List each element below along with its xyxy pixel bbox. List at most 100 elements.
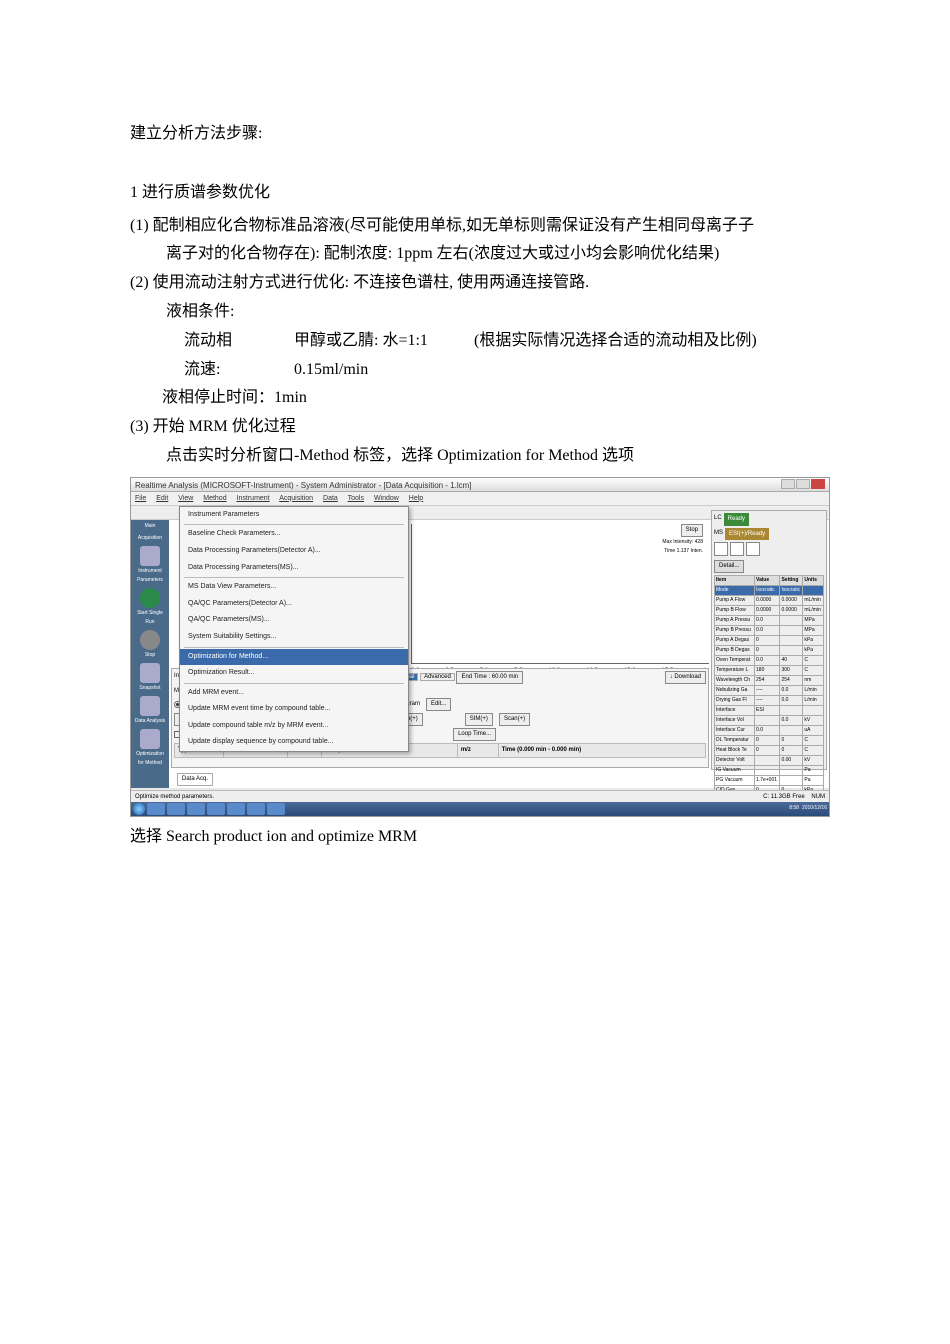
task-item[interactable] <box>227 803 245 815</box>
status-row: Pump B Degas0kPa <box>715 646 824 656</box>
dropdown-item[interactable]: Update display sequence by compound tabl… <box>180 734 408 751</box>
stop-icon <box>140 630 160 650</box>
end-time-display: End Time : 60.00 min <box>456 671 523 684</box>
sim-button[interactable]: SIM(+) <box>465 713 493 726</box>
ms-status: ESI(+)/Ready <box>725 528 769 541</box>
window-titlebar[interactable]: Realtime Analysis (MICROSOFT-Instrument)… <box>131 478 829 492</box>
sidebar-stop[interactable]: Stop <box>134 630 166 660</box>
task-item[interactable] <box>247 803 265 815</box>
status-row: ModeIsocraticIsocratic <box>715 586 824 596</box>
dropdown-item[interactable]: Baseline Check Parameters... <box>180 526 408 543</box>
dropdown-item[interactable]: System Suitability Settings... <box>180 629 408 646</box>
menu-instrument[interactable]: Instrument <box>237 495 270 502</box>
step-1-2: (2) 使用流动注射方式进行优化: 不连接色谱柱, 使用两通连接管路. <box>130 269 820 298</box>
dropdown-item[interactable]: Data Processing Parameters(Detector A)..… <box>180 543 408 560</box>
status-row: Nebulizing Ga----0.0L/min <box>715 686 824 696</box>
dropdown-item[interactable]: Add MRM event... <box>180 685 408 702</box>
step-1-3-sub: 点击实时分析窗口-Method 标签，选择 Optimization for M… <box>130 442 820 471</box>
dropdown-item[interactable]: Instrument Parameters <box>180 507 408 524</box>
status-row: Wavelength Ch254254nm <box>715 676 824 686</box>
th-mz: m/z <box>457 743 498 757</box>
status-row: Temperature L180300C <box>715 666 824 676</box>
status-bar: Optimize method parameters. C: 11.3GB Fr… <box>131 790 829 802</box>
minimize-icon[interactable] <box>781 479 795 489</box>
tab-advanced[interactable]: Advanced <box>420 673 455 681</box>
detail-button[interactable]: Detail... <box>714 560 744 573</box>
flow-rate-value: 0.15ml/min <box>294 356 368 385</box>
sidebar-snapshot[interactable]: Snapshot <box>134 663 166 693</box>
taskbar[interactable]: 8:58 2010/12/16 <box>131 802 829 816</box>
menu-window[interactable]: Window <box>374 495 399 502</box>
flow-phase-label: 流动相 <box>184 327 294 356</box>
data-acq-tab[interactable]: Data Acq. <box>177 773 213 786</box>
window-controls[interactable] <box>781 479 825 490</box>
task-item[interactable] <box>267 803 285 815</box>
ms-label: MS <box>714 528 723 541</box>
status-row: Pump B Flow0.00000.0000mL/min <box>715 606 824 616</box>
task-item[interactable] <box>147 803 165 815</box>
step-1-1: (1) 配制相应化合物标准品溶液(尽可能使用单标,如无单标则需保证没有产生相同母… <box>130 212 820 241</box>
tune-icon <box>140 729 160 749</box>
clock: 8:58 <box>789 804 799 813</box>
task-item[interactable] <box>207 803 225 815</box>
dropdown-item[interactable]: Optimization Result... <box>180 665 408 682</box>
dropdown-item[interactable]: Optimization for Method... <box>180 649 408 666</box>
scan-button[interactable]: Scan(+) <box>499 713 530 726</box>
status-row: Pump B Pressu0.0MPa <box>715 626 824 636</box>
menu-file[interactable]: File <box>135 495 146 502</box>
edit-button[interactable]: Edit... <box>426 698 451 711</box>
gear-icon <box>140 546 160 566</box>
menu-edit[interactable]: Edit <box>156 495 168 502</box>
status-table: ItemValueSettingUnitsModeIsocraticIsocra… <box>714 575 824 796</box>
sidebar-main[interactable]: Main <box>134 522 166 531</box>
sidebar-optimization[interactable]: Optimization for Method <box>134 729 166 768</box>
lc-status: Ready <box>724 513 749 526</box>
menu-method[interactable]: Method <box>203 495 226 502</box>
loop-time-button[interactable]: Loop Time... <box>453 728 496 741</box>
lp-conditions: 液相条件: <box>130 298 820 327</box>
status-row: Pump A Degas0kPa <box>715 636 824 646</box>
status-row: Drying Gas Fl----0.0L/min <box>715 696 824 706</box>
dropdown-item[interactable]: MS Data View Parameters... <box>180 579 408 596</box>
download-button[interactable]: ↓ Download <box>665 671 706 684</box>
task-item[interactable] <box>187 803 205 815</box>
sidebar-acquisition[interactable]: Acquisition <box>134 534 166 543</box>
status-box-icon[interactable] <box>714 542 728 556</box>
maximize-icon[interactable] <box>796 479 810 489</box>
sidebar-instrument-params[interactable]: Instrument Parameters <box>134 546 166 585</box>
dropdown-item[interactable]: QA/QC Parameters(Detector A)... <box>180 596 408 613</box>
status-panel: LC Ready MS ESI(+)/Ready Detail... ItemV… <box>711 510 827 770</box>
step-1-1b: 离子对的化合物存在): 配制浓度: 1ppm 左右(浓度过大或过小均会影响优化结… <box>130 240 820 269</box>
dropdown-item[interactable]: Update compound table m/z by MRM event..… <box>180 718 408 735</box>
status-row: Detector Volt0.00kV <box>715 756 824 766</box>
sidebar-data-analysis[interactable]: Data Analysis <box>134 696 166 726</box>
step-1-3: (3) 开始 MRM 优化过程 <box>130 413 820 442</box>
dropdown-item[interactable]: Data Processing Parameters(MS)... <box>180 560 408 577</box>
menu-tools[interactable]: Tools <box>348 495 364 502</box>
status-row: Pump A Flow0.00000.0000mL/min <box>715 596 824 606</box>
chart-time-label: Time 1.137 Inten. <box>662 547 703 556</box>
doc-title: 建立分析方法步骤: <box>130 120 820 149</box>
menu-view[interactable]: View <box>178 495 193 502</box>
dropdown-item[interactable]: Update MRM event time by compound table.… <box>180 701 408 718</box>
start-orb-icon[interactable] <box>133 803 145 815</box>
close-icon[interactable] <box>811 479 825 489</box>
menu-bar[interactable]: File Edit View Method Instrument Acquisi… <box>131 492 829 506</box>
menu-data[interactable]: Data <box>323 495 338 502</box>
menu-acquisition[interactable]: Acquisition <box>279 495 313 502</box>
status-box-icon[interactable] <box>746 542 760 556</box>
sidebar: Main Acquisition Instrument Parameters S… <box>131 520 169 788</box>
flow-rate-label: 流速: <box>184 356 294 385</box>
status-box-icon[interactable] <box>730 542 744 556</box>
play-icon <box>140 588 160 608</box>
status-row: DL Temperatur00C <box>715 736 824 746</box>
stop-button[interactable]: Stop <box>681 524 703 537</box>
status-row: Interface Cur0.0uA <box>715 726 824 736</box>
max-intensity-label: Max Intensity: 428 <box>662 538 703 547</box>
task-item[interactable] <box>167 803 185 815</box>
final-instruction: 选择 Search product ion and optimize MRM <box>130 823 820 852</box>
sidebar-start-run[interactable]: Start Single Run <box>134 588 166 627</box>
dropdown-item[interactable]: QA/QC Parameters(MS)... <box>180 612 408 629</box>
method-dropdown[interactable]: Instrument Parameters Baseline Check Para… <box>179 506 409 752</box>
menu-help[interactable]: Help <box>409 495 423 502</box>
